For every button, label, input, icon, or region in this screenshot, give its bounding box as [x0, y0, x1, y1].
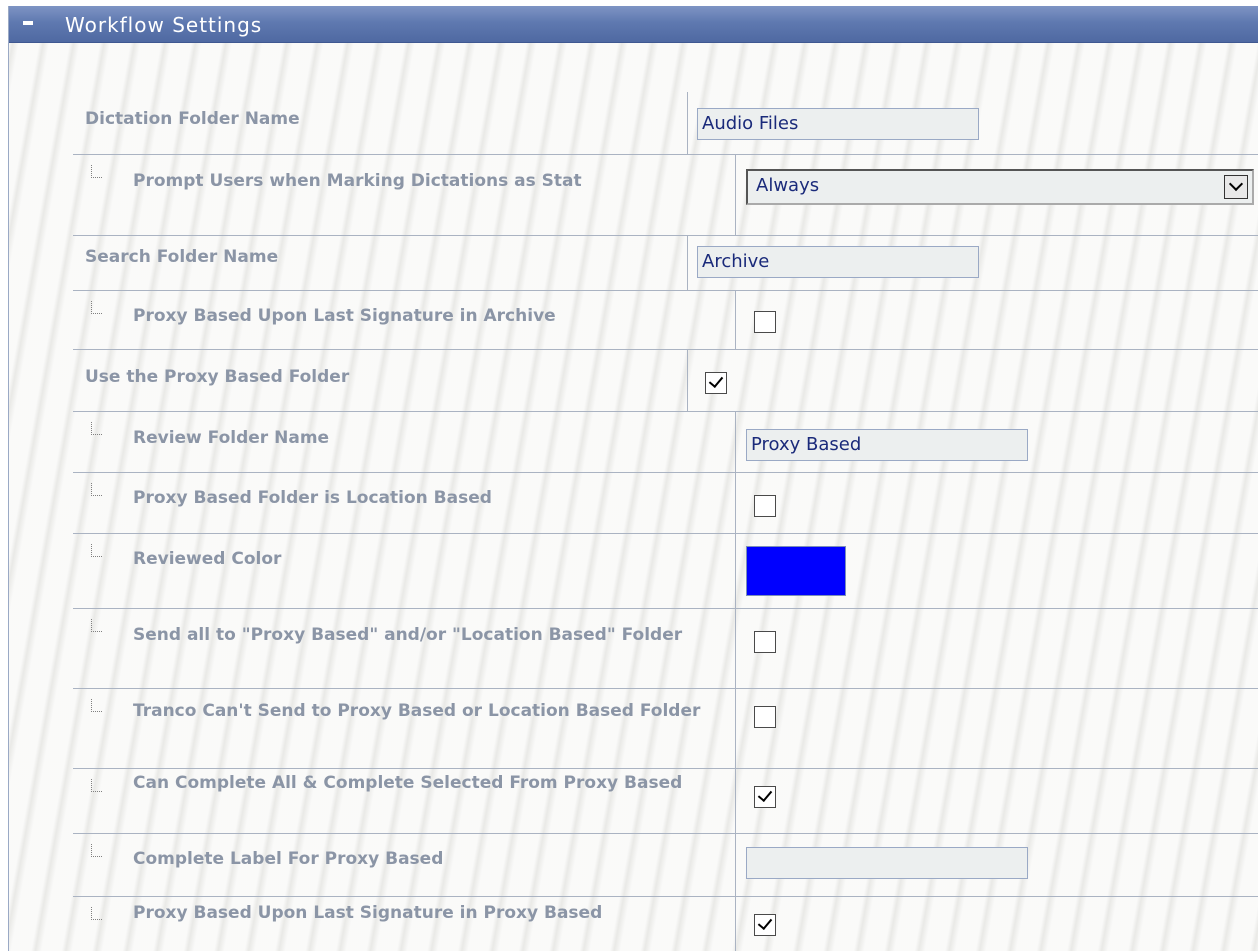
label-proxy-last-sig-proxy: Proxy Based Upon Last Signature in Proxy… — [133, 903, 603, 923]
row-proxy-last-sig-proxy: Proxy Based Upon Last Signature in Proxy… — [73, 897, 1258, 951]
minus-icon[interactable] — [21, 16, 35, 30]
label-complete-label: Complete Label For Proxy Based — [133, 849, 444, 869]
column-divider — [735, 534, 736, 608]
label-proxy-location-based: Proxy Based Folder is Location Based — [133, 488, 492, 508]
workflow-settings-panel: Workflow Settings Dictation Folder Name … — [8, 6, 1258, 951]
reviewed-color-swatch[interactable] — [746, 546, 846, 596]
row-prompt-stat: Prompt Users when Marking Dictations as … — [73, 155, 1258, 236]
label-send-all-proxy: Send all to "Proxy Based" and/or "Locati… — [133, 625, 683, 645]
tree-connector — [91, 544, 102, 557]
label-proxy-last-sig-archive: Proxy Based Upon Last Signature in Archi… — [133, 306, 556, 326]
column-divider — [735, 412, 736, 472]
complete-all-selected-checkbox[interactable] — [754, 786, 776, 808]
row-complete-label: Complete Label For Proxy Based — [73, 834, 1258, 897]
label-search-folder-name: Search Folder Name — [85, 247, 279, 267]
send-all-proxy-checkbox[interactable] — [754, 631, 776, 653]
column-divider — [735, 689, 736, 768]
row-review-folder-name: Review Folder Name Proxy Based — [73, 412, 1258, 473]
tree-connector — [91, 483, 102, 496]
row-proxy-location-based: Proxy Based Folder is Location Based — [73, 473, 1258, 534]
column-divider — [735, 897, 736, 951]
row-proxy-last-sig-archive: Proxy Based Upon Last Signature in Archi… — [73, 291, 1258, 350]
column-divider — [735, 473, 736, 533]
tree-connector — [91, 779, 102, 792]
prompt-stat-select[interactable]: Always — [746, 169, 1254, 205]
panel-header[interactable]: Workflow Settings — [9, 6, 1258, 43]
complete-label-input[interactable] — [746, 847, 1028, 879]
label-tranco-cant-send: Tranco Can't Send to Proxy Based or Loca… — [133, 701, 701, 721]
label-review-folder-name: Review Folder Name — [133, 428, 330, 448]
column-divider — [735, 834, 736, 896]
tree-connector — [91, 907, 102, 920]
dictation-folder-name-input[interactable]: Audio Files — [697, 108, 979, 140]
use-proxy-folder-checkbox[interactable] — [705, 372, 727, 394]
row-complete-all-selected: Can Complete All & Complete Selected Fro… — [73, 769, 1258, 834]
column-divider — [735, 291, 736, 349]
column-divider — [735, 769, 736, 833]
column-divider — [687, 92, 688, 154]
label-complete-all-selected: Can Complete All & Complete Selected Fro… — [133, 773, 683, 793]
label-prompt-stat: Prompt Users when Marking Dictations as … — [133, 171, 582, 191]
tree-connector — [91, 301, 102, 314]
column-divider — [687, 350, 688, 411]
tree-connector — [91, 422, 102, 435]
chevron-down-icon[interactable] — [1224, 175, 1248, 199]
proxy-location-based-checkbox[interactable] — [754, 495, 776, 517]
row-dictation-folder-name: Dictation Folder Name Audio Files — [73, 92, 1258, 155]
search-folder-name-input[interactable]: Archive — [697, 246, 979, 278]
prompt-stat-selected-value: Always — [756, 175, 820, 196]
column-divider — [735, 609, 736, 688]
review-folder-name-input[interactable]: Proxy Based — [746, 429, 1028, 461]
tree-connector — [91, 165, 102, 178]
label-dictation-folder-name: Dictation Folder Name — [85, 109, 300, 129]
tree-connector — [91, 619, 102, 632]
column-divider — [687, 236, 688, 290]
proxy-last-sig-archive-checkbox[interactable] — [754, 311, 776, 333]
row-send-all-proxy: Send all to "Proxy Based" and/or "Locati… — [73, 609, 1258, 689]
panel-title: Workflow Settings — [65, 13, 263, 37]
label-reviewed-color: Reviewed Color — [133, 549, 282, 569]
label-use-proxy-folder: Use the Proxy Based Folder — [85, 367, 350, 387]
row-reviewed-color: Reviewed Color — [73, 534, 1258, 609]
row-use-proxy-folder: Use the Proxy Based Folder — [73, 350, 1258, 412]
proxy-last-sig-proxy-checkbox[interactable] — [754, 914, 776, 936]
row-tranco-cant-send: Tranco Can't Send to Proxy Based or Loca… — [73, 689, 1258, 769]
tree-connector — [91, 844, 102, 857]
column-divider — [735, 155, 736, 235]
tree-connector — [91, 699, 102, 712]
row-search-folder-name: Search Folder Name Archive — [73, 236, 1258, 291]
tranco-cant-send-checkbox[interactable] — [754, 706, 776, 728]
